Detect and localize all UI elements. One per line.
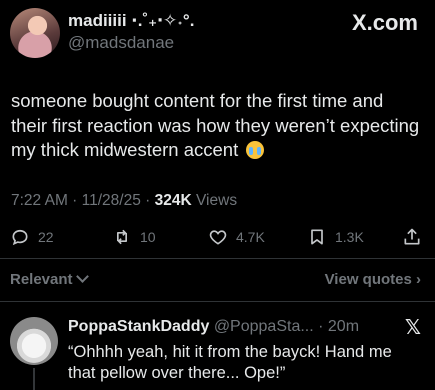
post-text-container: someone bought content for the first tim… xyxy=(11,89,421,163)
repost-count: 10 xyxy=(140,229,156,245)
crying-face-icon xyxy=(246,141,265,159)
like-button[interactable]: 4.7K xyxy=(208,227,265,247)
divider xyxy=(0,258,435,259)
views-count: 324K xyxy=(154,192,192,209)
author-display-name[interactable]: madiiiii ⋅.˚₊‧✧˖°. xyxy=(68,11,194,31)
reply-time[interactable]: 20m xyxy=(328,318,359,335)
thread-line xyxy=(33,368,35,390)
views-label: Views xyxy=(196,192,238,209)
reply-display-name[interactable]: PoppaStankDaddy xyxy=(68,318,209,335)
view-quotes-label: View quotes xyxy=(324,271,412,288)
bookmark-count: 1.3K xyxy=(335,229,364,245)
post-meta: 7:22 AM · 11/28/25 · 324K Views xyxy=(11,192,238,209)
repost-icon xyxy=(117,229,127,245)
repost-button[interactable]: 10 xyxy=(112,227,156,247)
reply-count: 22 xyxy=(38,229,54,245)
reply-avatar[interactable] xyxy=(10,317,58,365)
author-avatar[interactable] xyxy=(10,8,60,58)
reply-icon xyxy=(12,229,28,246)
x-logo: X.com xyxy=(351,10,418,35)
reply-handle[interactable]: @PoppaSta... xyxy=(214,318,314,335)
divider xyxy=(0,301,435,302)
bookmark-button[interactable]: 1.3K xyxy=(307,227,364,247)
reply-button[interactable]: 22 xyxy=(10,227,54,247)
author-handle[interactable]: @madsdanae xyxy=(68,33,174,53)
share-icon xyxy=(404,228,420,245)
reply-header: PoppaStankDaddy @PoppaSta... · 20m xyxy=(68,318,360,335)
view-quotes-link[interactable]: View quotes › xyxy=(325,271,421,288)
sort-relevant-dropdown[interactable]: Relevant xyxy=(10,270,89,288)
post-text: someone bought content for the first tim… xyxy=(11,90,420,160)
like-count: 4.7K xyxy=(236,229,265,245)
reply-text: “Ohhhh yeah, hit it from the bayck! Hand… xyxy=(68,343,392,382)
x-logo-icon: 𝕏 xyxy=(404,317,421,339)
share-button[interactable] xyxy=(402,227,422,247)
chevron-right-icon: › xyxy=(416,271,421,288)
post-date[interactable]: 11/28/25 xyxy=(82,192,141,209)
heart-icon xyxy=(209,230,227,245)
bookmark-icon xyxy=(311,229,323,245)
chevron-down-icon xyxy=(75,270,89,283)
sort-label: Relevant xyxy=(10,271,73,288)
post-time[interactable]: 7:22 AM xyxy=(11,192,68,209)
